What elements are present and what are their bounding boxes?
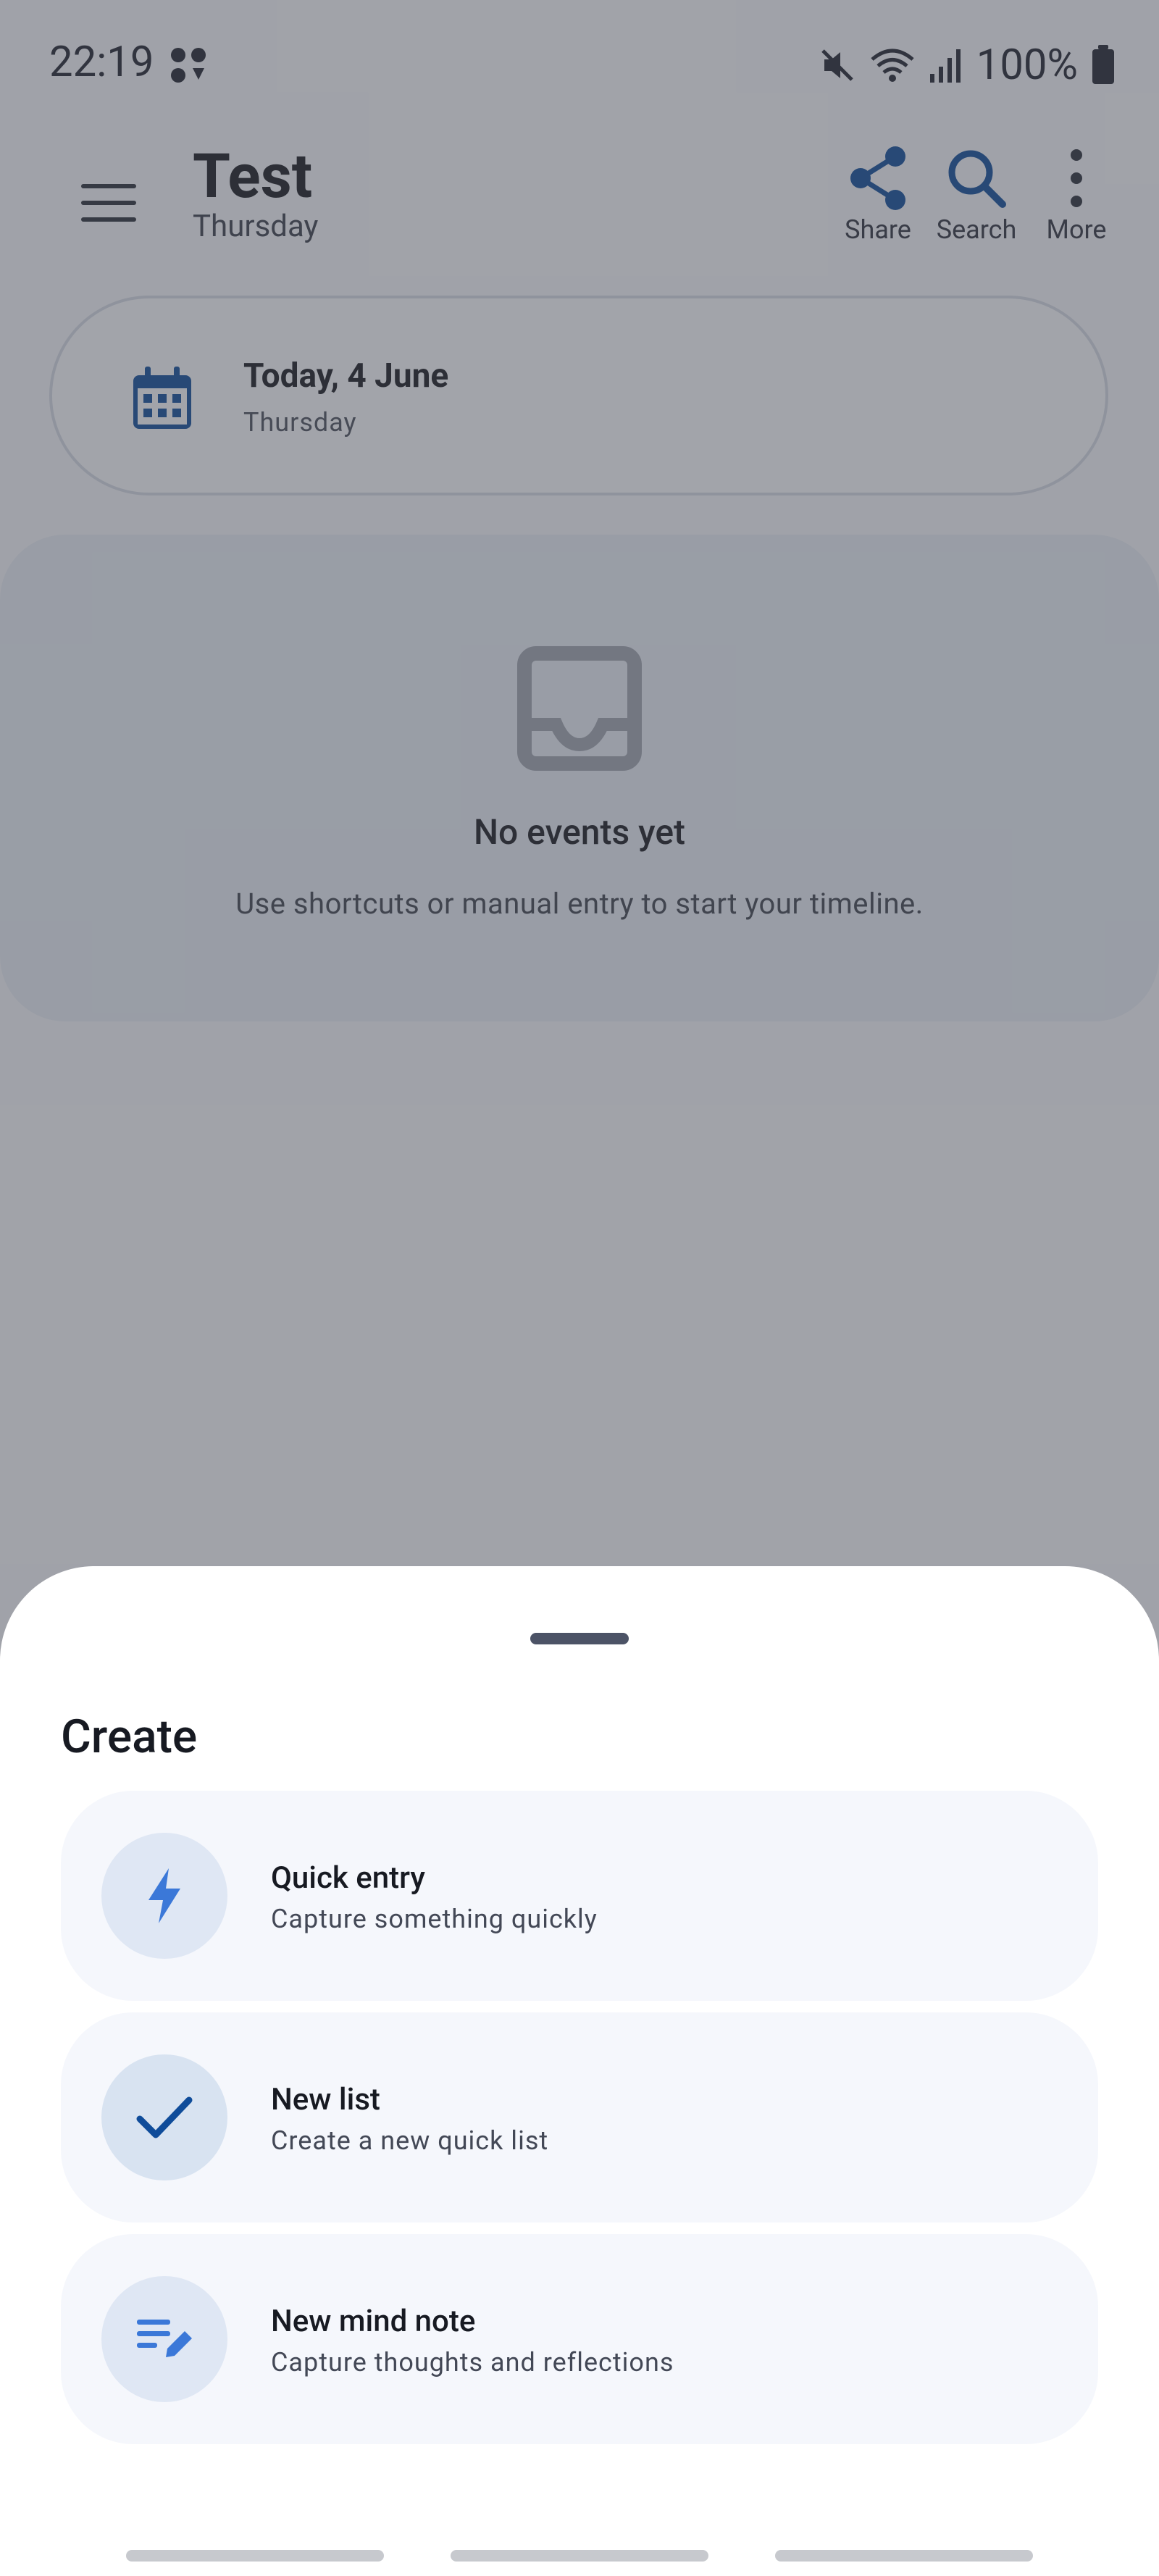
app-background: 22:19 100% Test Thursday Share Search Mo… — [0, 0, 1159, 2576]
option-title: New list — [271, 2082, 380, 2117]
new-mind-note-icon-circle — [101, 2276, 227, 2402]
option-title: Quick entry — [271, 1860, 425, 1896]
system-navigation-bar — [0, 2535, 1159, 2576]
check-icon — [136, 2096, 193, 2138]
quick-entry-icon-circle — [101, 1833, 227, 1959]
edit-note-icon — [137, 2320, 192, 2357]
nav-recents-button[interactable] — [126, 2550, 384, 2562]
option-subtitle: Capture thoughts and reflections — [271, 2347, 674, 2378]
sheet-title: Create — [61, 1710, 198, 1764]
option-title: New mind note — [271, 2304, 476, 2339]
new-mind-note-option[interactable]: New mind note Capture thoughts and refle… — [61, 2234, 1098, 2444]
create-bottom-sheet: Create Quick entry Capture something qui… — [0, 1566, 1159, 2576]
nav-home-button[interactable] — [451, 2550, 708, 2562]
option-subtitle: Capture something quickly — [271, 1904, 598, 1934]
nav-back-button[interactable] — [775, 2550, 1033, 2562]
new-list-option[interactable]: New list Create a new quick list — [61, 2012, 1098, 2222]
drag-handle[interactable] — [530, 1633, 629, 1644]
new-list-icon-circle — [101, 2054, 227, 2180]
option-subtitle: Create a new quick list — [271, 2125, 549, 2156]
bolt-icon — [148, 1868, 180, 1923]
quick-entry-option[interactable]: Quick entry Capture something quickly — [61, 1791, 1098, 2001]
